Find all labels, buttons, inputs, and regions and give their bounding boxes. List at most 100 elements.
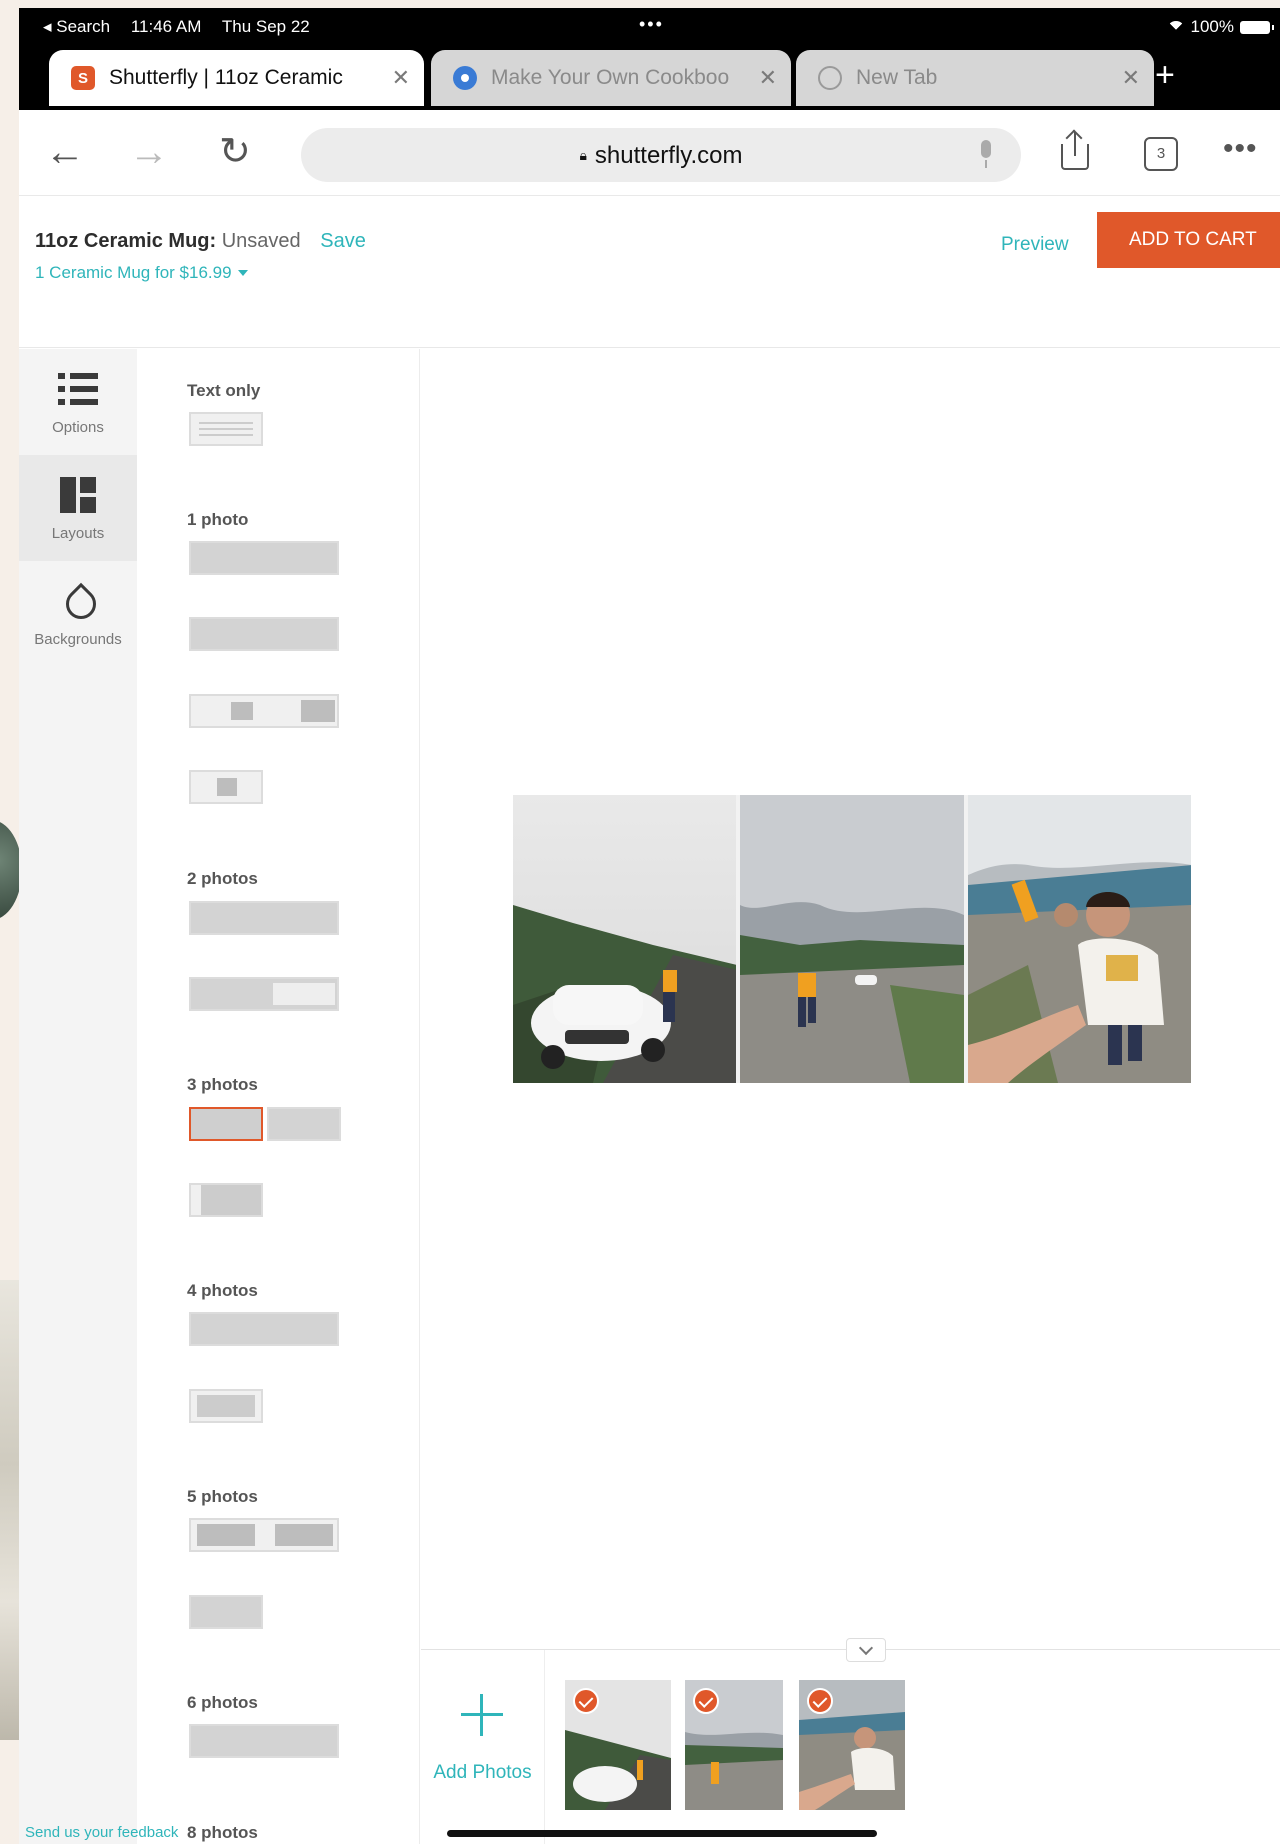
layout-group-heading: 8 photos — [187, 1823, 258, 1842]
tablet-screen: ◂ Search 11:46 AM Thu Sep 22 ••• 100% S … — [19, 8, 1280, 1844]
close-icon[interactable]: ✕ — [759, 65, 777, 91]
car-photo — [513, 795, 737, 1083]
more-options-icon[interactable]: ••• — [1223, 132, 1258, 166]
check-badge-icon — [807, 1688, 833, 1714]
layout-thumb-3-photos-c[interactable] — [189, 1183, 263, 1217]
project-title: 11oz Ceramic Mug: Unsaved Save — [35, 230, 366, 253]
photo-slot-car[interactable] — [513, 795, 737, 1083]
project-status: Unsaved — [221, 230, 301, 252]
layout-thumb-1-photo-c[interactable] — [189, 694, 339, 728]
price-label: 1 Ceramic Mug for $16.99 — [35, 263, 232, 282]
chevron-down-icon — [858, 1640, 874, 1656]
preview-link[interactable]: Preview — [1001, 234, 1069, 256]
save-link[interactable]: Save — [320, 230, 366, 252]
hiker-photo — [740, 795, 964, 1083]
photo-slot-selfie[interactable] — [967, 795, 1191, 1083]
add-photos-button[interactable]: Add Photos — [421, 1650, 545, 1844]
layout-thumb-5-photos-b[interactable] — [189, 1595, 263, 1629]
check-badge-icon — [573, 1688, 599, 1714]
layouts-panel: Text only 1 photo 2 photos 3 photos 4 ph… — [137, 349, 420, 1844]
tool-rail: Options Layouts Backgrounds — [19, 349, 137, 1844]
check-badge-icon — [693, 1688, 719, 1714]
address-bar[interactable]: 🔒︎ shutterfly.com — [301, 128, 1021, 182]
project-name: 11oz Ceramic Mug: — [35, 230, 217, 252]
battery-percent: 100% — [1190, 17, 1234, 36]
rail-item-layouts[interactable]: Layouts — [19, 455, 137, 561]
back-to-search[interactable]: ◂ Search — [43, 17, 110, 36]
add-to-cart-button[interactable]: ADD TO CART — [1097, 212, 1280, 268]
forward-arrow-icon[interactable]: → — [129, 132, 169, 172]
layout-group-heading: 6 photos — [187, 1693, 258, 1712]
photo-slot-hiker[interactable] — [740, 795, 964, 1083]
plus-icon — [461, 1694, 503, 1736]
caret-down-icon — [237, 270, 248, 276]
share-icon[interactable] — [1059, 132, 1091, 172]
tray-photo-hiker[interactable] — [685, 1680, 783, 1810]
multitask-dots[interactable]: ••• — [639, 14, 664, 35]
list-icon — [58, 369, 98, 409]
new-tab-plus-icon[interactable]: + — [1155, 58, 1175, 92]
status-bar: ◂ Search 11:46 AM Thu Sep 22 ••• 100% — [19, 8, 1280, 44]
layout-thumb-text-only[interactable] — [189, 412, 263, 446]
layout-thumb-5-photos-a[interactable] — [189, 1518, 339, 1552]
cookbook-favicon-icon — [453, 66, 477, 90]
url-display: 🔒︎ shutterfly.com — [301, 142, 1021, 170]
tab-cookbook[interactable]: Make Your Own Cookboo ✕ — [431, 50, 791, 106]
tab-count-button[interactable]: 3 — [1144, 137, 1178, 171]
status-right: 100% — [1167, 17, 1274, 37]
shutterfly-favicon-icon: S — [71, 66, 95, 90]
back-arrow-icon[interactable]: ← — [45, 132, 85, 172]
tray-collapse-toggle[interactable] — [846, 1638, 886, 1662]
layout-thumb-4-photos-a[interactable] — [189, 1312, 339, 1346]
mug-design-strip[interactable] — [513, 795, 1191, 1083]
battery-icon — [1240, 20, 1274, 34]
add-photos-label: Add Photos — [433, 1762, 532, 1783]
tray-photo-car[interactable] — [565, 1680, 671, 1810]
layout-thumb-6-photos-a[interactable] — [189, 1724, 339, 1758]
url-text: shutterfly.com — [594, 142, 743, 169]
layout-thumb-3-photos-b[interactable] — [267, 1107, 341, 1141]
rail-label: Backgrounds — [34, 631, 122, 648]
layout-group-heading: 5 photos — [187, 1487, 258, 1506]
microphone-icon[interactable] — [979, 140, 993, 170]
close-icon[interactable]: ✕ — [392, 65, 410, 91]
selfie-photo — [967, 795, 1191, 1083]
wifi-icon — [1167, 21, 1185, 34]
status-left: ◂ Search 11:46 AM Thu Sep 22 — [43, 17, 326, 37]
rail-label: Options — [52, 419, 104, 436]
layout-group-heading: Text only — [187, 381, 261, 400]
design-canvas — [421, 349, 1280, 1649]
layout-thumb-1-photo-b[interactable] — [189, 617, 339, 651]
project-header: 11oz Ceramic Mug: Unsaved Save 1 Ceramic… — [19, 196, 1280, 348]
rail-item-options[interactable]: Options — [19, 349, 137, 455]
layout-group-heading: 3 photos — [187, 1075, 258, 1094]
rail-label: Layouts — [51, 525, 105, 542]
tray-photo-selfie[interactable] — [799, 1680, 905, 1810]
rail-item-backgrounds[interactable]: Backgrounds — [19, 561, 137, 667]
layout-grid-icon — [58, 475, 98, 515]
layout-thumb-1-photo-a[interactable] — [189, 541, 339, 575]
photo-tray: Add Photos — [421, 1638, 1280, 1844]
layout-group-heading: 2 photos — [187, 869, 258, 888]
layout-group-heading: 1 photo — [187, 510, 249, 529]
reload-icon[interactable]: ↻ — [219, 132, 251, 172]
tab-shutterfly[interactable]: S Shutterfly | 11oz Ceramic ✕ — [49, 50, 424, 106]
feedback-link[interactable]: Send us your feedback — [25, 1824, 178, 1841]
layout-thumb-2-photos-a[interactable] — [189, 901, 339, 935]
tab-title: Make Your Own Cookboo — [491, 66, 730, 89]
price-dropdown[interactable]: 1 Ceramic Mug for $16.99 — [35, 263, 248, 283]
tab-title: Shutterfly | 11oz Ceramic — [109, 66, 343, 89]
droplet-icon — [58, 581, 98, 621]
browser-toolbar: ← → ↻ 🔒︎ shutterfly.com 3 ••• — [19, 110, 1280, 196]
lock-icon: 🔒︎ — [579, 147, 587, 163]
home-indicator — [447, 1830, 877, 1837]
close-icon[interactable]: ✕ — [1122, 65, 1140, 91]
layout-thumb-2-photos-b[interactable] — [189, 977, 339, 1011]
layout-thumb-3-photos-selected[interactable] — [189, 1107, 263, 1141]
status-date: Thu Sep 22 — [221, 17, 310, 36]
tab-strip: S Shutterfly | 11oz Ceramic ✕ Make Your … — [19, 44, 1280, 110]
status-time: 11:46 AM — [130, 17, 202, 36]
layout-thumb-1-photo-d[interactable] — [189, 770, 263, 804]
tab-new[interactable]: New Tab ✕ — [796, 50, 1154, 106]
layout-thumb-4-photos-b[interactable] — [189, 1389, 263, 1423]
